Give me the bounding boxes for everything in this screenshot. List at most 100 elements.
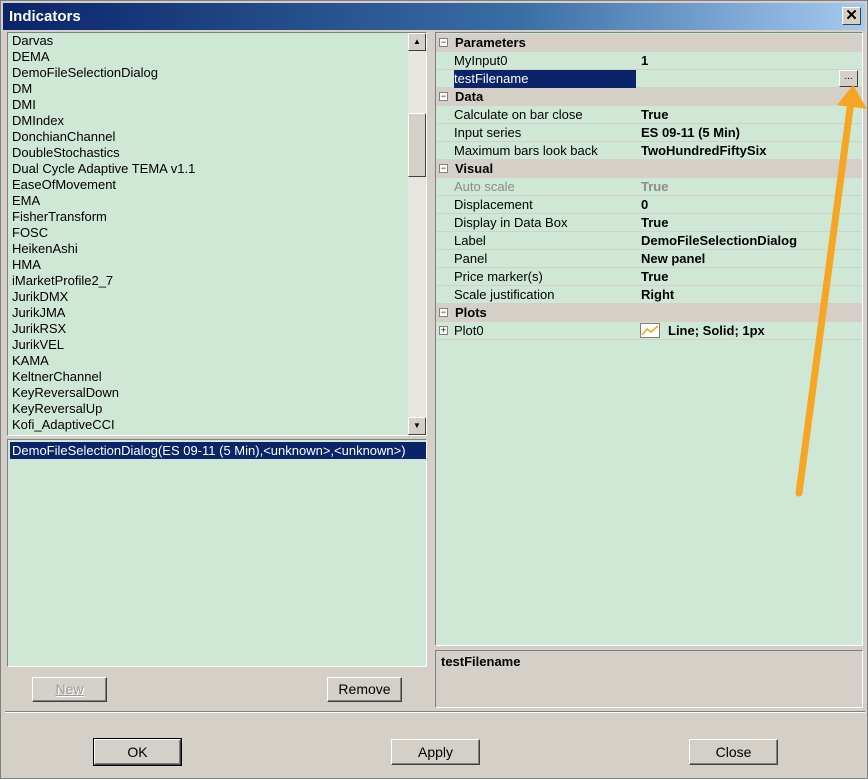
prop-name: Display in Data Box — [454, 215, 568, 230]
prop-value: True — [641, 179, 669, 194]
prop-name: testFilename — [454, 70, 636, 88]
category-data[interactable]: − Data — [436, 88, 862, 106]
collapse-icon[interactable]: − — [439, 92, 448, 101]
prop-name: Scale justification — [454, 287, 555, 302]
category-label: Parameters — [455, 35, 526, 50]
ellipsis-icon: ... — [844, 71, 853, 82]
list-item[interactable]: KeyReversalUp — [8, 401, 408, 417]
prop-value[interactable]: ES 09-11 (5 Min) — [640, 124, 862, 142]
prop-value[interactable]: True — [640, 106, 862, 124]
list-item[interactable]: KeltnerChannel — [8, 369, 408, 385]
scroll-up-button[interactable]: ▲ — [408, 33, 426, 51]
close-button[interactable]: Close — [689, 739, 778, 765]
list-item[interactable]: Kofi_AdaptiveCCI — [8, 417, 408, 433]
list-item[interactable]: FisherTransform — [8, 209, 408, 225]
indicators-dialog: Indicators ✕ Darvas DEMA DemoFileSelection… — [0, 0, 868, 779]
category-label: Plots — [455, 305, 487, 320]
indicator-list[interactable]: Darvas DEMA DemoFileSelectionDialog DM DMI DM… — [7, 32, 427, 436]
prop-value[interactable]: DemoFileSelectionDialog — [640, 232, 862, 250]
prop-name: Label — [454, 233, 486, 248]
remove-button-label: Remove — [338, 681, 391, 697]
prop-scale-justification[interactable]: Scale justification Right — [436, 286, 862, 304]
prop-value[interactable]: 1 — [640, 52, 862, 70]
prop-value[interactable]: New panel — [640, 250, 862, 268]
prop-value[interactable] — [640, 70, 862, 88]
line-plot-icon — [640, 323, 660, 338]
category-visual[interactable]: − Visual — [436, 160, 862, 178]
prop-value[interactable]: 0 — [640, 196, 862, 214]
apply-button-label: Apply — [417, 744, 454, 760]
apply-button[interactable]: Apply — [391, 739, 480, 765]
prop-display-in-databox[interactable]: Display in Data Box True — [436, 214, 862, 232]
prop-name: Input series — [454, 125, 522, 140]
prop-label[interactable]: Label DemoFileSelectionDialog — [436, 232, 862, 250]
prop-auto-scale: Auto scale True — [436, 178, 862, 196]
list-item[interactable]: DEMA — [8, 49, 408, 65]
list-item[interactable]: Dual Cycle Adaptive TEMA v1.1 — [8, 161, 408, 177]
expand-icon[interactable]: + — [439, 326, 448, 335]
arrow-down-icon: ▼ — [413, 421, 421, 430]
list-item[interactable]: Darvas — [8, 33, 408, 49]
list-item[interactable]: DoubleStochastics — [8, 145, 408, 161]
list-item[interactable]: JurikVEL — [8, 337, 408, 353]
prop-myinput0[interactable]: MyInput0 1 — [436, 52, 862, 70]
list-item[interactable]: HeikenAshi — [8, 241, 408, 257]
list-item[interactable]: DMI — [8, 97, 408, 113]
prop-value[interactable]: TwoHundredFiftySix — [640, 142, 862, 160]
prop-panel[interactable]: Panel New panel — [436, 250, 862, 268]
scroll-thumb[interactable] — [408, 113, 426, 177]
collapse-icon[interactable]: − — [439, 164, 448, 173]
scroll-down-button[interactable]: ▼ — [408, 417, 426, 435]
remove-button[interactable]: Remove — [327, 677, 402, 702]
prop-value[interactable]: True — [640, 268, 862, 286]
list-item[interactable]: JurikDMX — [8, 289, 408, 305]
prop-input-series[interactable]: Input series ES 09-11 (5 Min) — [436, 124, 862, 142]
close-icon: ✕ — [845, 7, 858, 24]
list-item[interactable]: DemoFileSelectionDialog — [8, 65, 408, 81]
list-item[interactable]: KAMA — [8, 353, 408, 369]
window-title: Indicators — [9, 8, 81, 25]
list-item[interactable]: JurikJMA — [8, 305, 408, 321]
indicator-list-items: Darvas DEMA DemoFileSelectionDialog DM DMI DM… — [8, 33, 408, 435]
close-window-button[interactable]: ✕ — [842, 7, 861, 25]
list-item[interactable]: HMA — [8, 257, 408, 273]
indicator-list-scrollbar[interactable]: ▲ ▼ — [408, 33, 426, 435]
prop-value[interactable]: Right — [640, 286, 862, 304]
prop-displacement[interactable]: Displacement 0 — [436, 196, 862, 214]
category-parameters[interactable]: − Parameters — [436, 34, 862, 52]
prop-calc-on-bar-close[interactable]: Calculate on bar close True — [436, 106, 862, 124]
collapse-icon[interactable]: − — [439, 38, 448, 47]
prop-value[interactable]: True — [640, 214, 862, 232]
prop-name: Displacement — [454, 197, 533, 212]
new-button[interactable]: New — [32, 677, 107, 702]
category-plots[interactable]: − Plots — [436, 304, 862, 322]
category-label: Visual — [455, 161, 494, 176]
applied-indicators-list[interactable]: DemoFileSelectionDialog(ES 09-11 (5 Min)… — [7, 439, 427, 667]
left-button-bar: New Remove — [7, 667, 427, 707]
ok-button[interactable]: OK — [93, 738, 182, 766]
collapse-icon[interactable]: − — [439, 308, 448, 317]
list-item[interactable]: DonchianChannel — [8, 129, 408, 145]
prop-name: Plot0 — [454, 323, 484, 338]
list-item[interactable]: EaseOfMovement — [8, 177, 408, 193]
applied-indicator-item[interactable]: DemoFileSelectionDialog(ES 09-11 (5 Min)… — [10, 442, 426, 459]
category-label: Data — [455, 89, 484, 104]
list-item[interactable]: DMIndex — [8, 113, 408, 129]
list-item[interactable]: EMA — [8, 193, 408, 209]
prop-testfilename[interactable]: testFilename ... — [436, 70, 862, 88]
prop-max-bars[interactable]: Maximum bars look back TwoHundredFiftySi… — [436, 142, 862, 160]
list-item[interactable]: iMarketProfile2_7 — [8, 273, 408, 289]
prop-plot0[interactable]: + Plot0 Line; Solid; 1px — [436, 322, 862, 340]
divider — [5, 711, 865, 713]
plot-style-text: Line; Solid; 1px — [668, 323, 765, 338]
list-item[interactable]: KeyReversalDown — [8, 385, 408, 401]
title-bar: Indicators ✕ — [3, 3, 865, 30]
arrow-up-icon: ▲ — [413, 37, 421, 46]
prop-value[interactable]: Line; Solid; 1px — [640, 322, 862, 340]
browse-file-button[interactable]: ... — [839, 70, 858, 87]
list-item[interactable]: FOSC — [8, 225, 408, 241]
ok-button-label: OK — [127, 744, 148, 760]
prop-price-marker[interactable]: Price marker(s) True — [436, 268, 862, 286]
list-item[interactable]: JurikRSX — [8, 321, 408, 337]
list-item[interactable]: DM — [8, 81, 408, 97]
